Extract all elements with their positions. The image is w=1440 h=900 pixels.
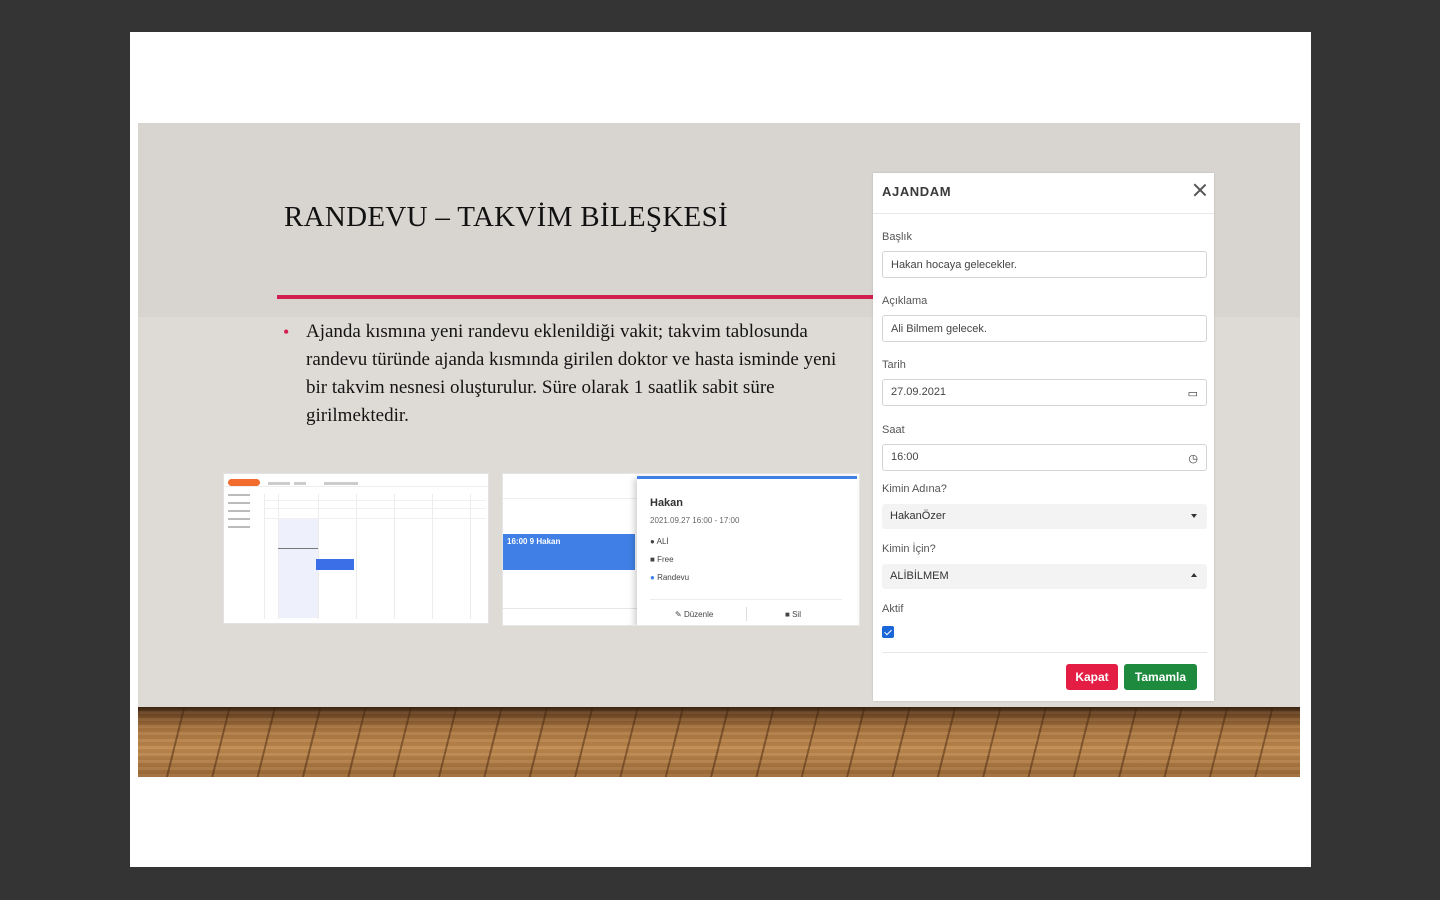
calendar-icon[interactable]: ▭	[1188, 387, 1198, 400]
saat-label: Saat	[882, 424, 905, 436]
new-appointment-button-thumb	[228, 479, 260, 486]
event-popup-location: ● ALİ	[650, 537, 669, 546]
calendar-sidebar	[228, 494, 256, 534]
event-popup: Hakan 2021.09.27 16:00 - 17:00 ● ALİ ■ F…	[637, 476, 857, 625]
kimin-icin-select[interactable]: ALİBİLMEM	[882, 564, 1207, 589]
bullet-text: Ajanda kısmına yeni randevu eklenildiği …	[306, 321, 837, 426]
event-popup-name: Hakan	[650, 497, 684, 509]
tarih-label: Tarih	[882, 359, 906, 371]
dialog-footer-divider	[882, 652, 1207, 653]
tamamla-button[interactable]: Tamamla	[1124, 664, 1197, 690]
event-popup-status: ■ Free	[650, 555, 674, 564]
baslik-label: Başlık	[882, 231, 912, 243]
bullet-marker: •	[283, 322, 290, 342]
tarih-input[interactable]: 27.09.2021 ▭	[882, 379, 1207, 406]
bullet-point: • Ajanda kısmına yeni randevu eklenildiğ…	[283, 318, 853, 430]
event-popup-type: ● Randevu	[650, 573, 690, 582]
trash-icon: ■	[785, 610, 790, 619]
dialog-title: AJANDAM	[882, 184, 952, 199]
title-underline	[277, 295, 877, 299]
calendar-event: 16:00 9 Hakan	[503, 534, 635, 570]
saat-input[interactable]: 16:00 ◷	[882, 444, 1207, 471]
presentation-slide: RANDEVU – TAKVİM BİLEŞKESİ • Ajanda kısm…	[138, 123, 1300, 777]
slide-title: RANDEVU – TAKVİM BİLEŞKESİ	[284, 201, 728, 233]
aciklama-input[interactable]	[882, 315, 1207, 342]
event-popup-screenshot: 16:00 9 Hakan Hakan 2021.09.27 16:00 - 1…	[502, 473, 860, 626]
chevron-down-icon	[1191, 514, 1197, 518]
kimin-adina-label: Kimin Adına?	[882, 483, 947, 495]
pencil-icon: ✎	[675, 610, 682, 619]
kimin-icin-label: Kimin İçin?	[882, 543, 936, 555]
aciklama-label: Açıklama	[882, 295, 928, 307]
location-pin-icon: ●	[650, 537, 655, 546]
kimin-adina-select[interactable]: HakanÖzer	[882, 504, 1207, 529]
event-delete-button: ■ Sil	[785, 610, 801, 619]
clock-icon[interactable]: ◷	[1188, 452, 1198, 465]
close-icon[interactable]	[1191, 181, 1209, 199]
baslik-input[interactable]	[882, 251, 1207, 278]
current-time-line	[278, 548, 318, 549]
aktif-checkbox[interactable]	[882, 626, 894, 638]
chevron-up-icon	[1191, 573, 1197, 577]
briefcase-icon: ■	[650, 555, 655, 564]
wood-floor-decoration	[138, 707, 1300, 777]
event-edit-button: ✎ Düzenle	[675, 610, 714, 619]
calendar-dot-icon: ●	[650, 573, 655, 582]
kapat-button[interactable]: Kapat	[1066, 664, 1118, 690]
aktif-label: Aktif	[882, 603, 904, 615]
calendar-screenshot	[223, 473, 489, 624]
event-popup-time: 2021.09.27 16:00 - 17:00	[650, 516, 740, 525]
calendar-event-thumb	[316, 559, 354, 570]
calendar-toolbar	[224, 474, 488, 487]
ajandam-dialog: AJANDAM Başlık Açıklama Tarih 27.09.2021…	[873, 173, 1214, 701]
dialog-header: AJANDAM	[873, 173, 1214, 214]
calendar-today-column	[278, 518, 318, 618]
